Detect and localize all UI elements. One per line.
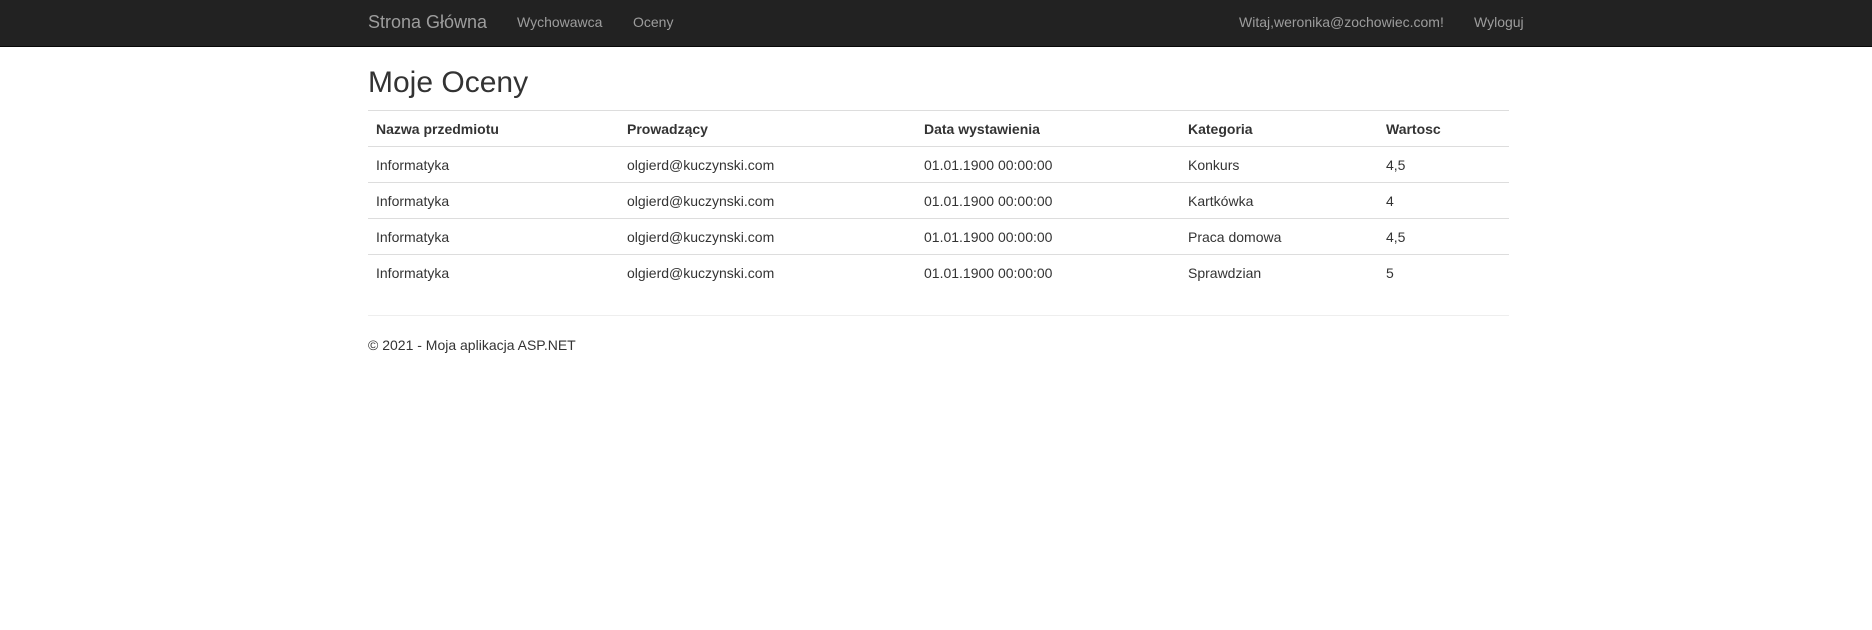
grades-table: Nazwa przedmiotu Prowadzący Data wystawi…: [368, 110, 1509, 291]
cell-category: Sprawdzian: [1180, 254, 1378, 291]
table-row: Informatyka olgierd@kuczynski.com 01.01.…: [368, 182, 1509, 219]
table-header-row: Nazwa przedmiotu Prowadzący Data wystawi…: [368, 110, 1509, 147]
cell-category: Konkurs: [1180, 146, 1378, 183]
table-row: Informatyka olgierd@kuczynski.com 01.01.…: [368, 254, 1509, 291]
cell-date: 01.01.1900 00:00:00: [916, 218, 1180, 255]
cell-teacher: olgierd@kuczynski.com: [619, 182, 916, 219]
cell-category: Praca domowa: [1180, 218, 1378, 255]
column-header-teacher: Prowadzący: [619, 110, 916, 147]
column-header-subject: Nazwa przedmiotu: [368, 110, 619, 147]
nav-link-wychowawca[interactable]: Wychowawca: [517, 0, 602, 44]
footer-divider: [368, 315, 1509, 316]
cell-teacher: olgierd@kuczynski.com: [619, 146, 916, 183]
cell-subject: Informatyka: [368, 182, 619, 219]
column-header-category: Kategoria: [1180, 110, 1378, 147]
column-header-date: Data wystawienia: [916, 110, 1180, 147]
cell-date: 01.01.1900 00:00:00: [916, 146, 1180, 183]
cell-value: 5: [1378, 254, 1509, 291]
top-navbar: Strona Główna Wychowawca Oceny Witaj,wer…: [0, 0, 1872, 47]
cell-subject: Informatyka: [368, 254, 619, 291]
cell-category: Kartkówka: [1180, 182, 1378, 219]
cell-subject: Informatyka: [368, 146, 619, 183]
logout-link[interactable]: Wyloguj: [1474, 0, 1524, 44]
cell-value: 4,5: [1378, 218, 1509, 255]
page-title: Moje Oceny: [368, 66, 529, 99]
cell-value: 4,5: [1378, 146, 1509, 183]
brand-link[interactable]: Strona Główna: [368, 0, 487, 44]
cell-date: 01.01.1900 00:00:00: [916, 182, 1180, 219]
cell-date: 01.01.1900 00:00:00: [916, 254, 1180, 291]
user-greeting-link[interactable]: Witaj,weronika@zochowiec.com!: [1239, 0, 1444, 44]
cell-subject: Informatyka: [368, 218, 619, 255]
footer-copyright: © 2021 - Moja aplikacja ASP.NET: [368, 337, 576, 353]
column-header-value: Wartosc: [1378, 110, 1509, 147]
cell-value: 4: [1378, 182, 1509, 219]
table-row: Informatyka olgierd@kuczynski.com 01.01.…: [368, 146, 1509, 183]
cell-teacher: olgierd@kuczynski.com: [619, 218, 916, 255]
table-row: Informatyka olgierd@kuczynski.com 01.01.…: [368, 218, 1509, 255]
cell-teacher: olgierd@kuczynski.com: [619, 254, 916, 291]
nav-link-oceny[interactable]: Oceny: [633, 0, 673, 44]
